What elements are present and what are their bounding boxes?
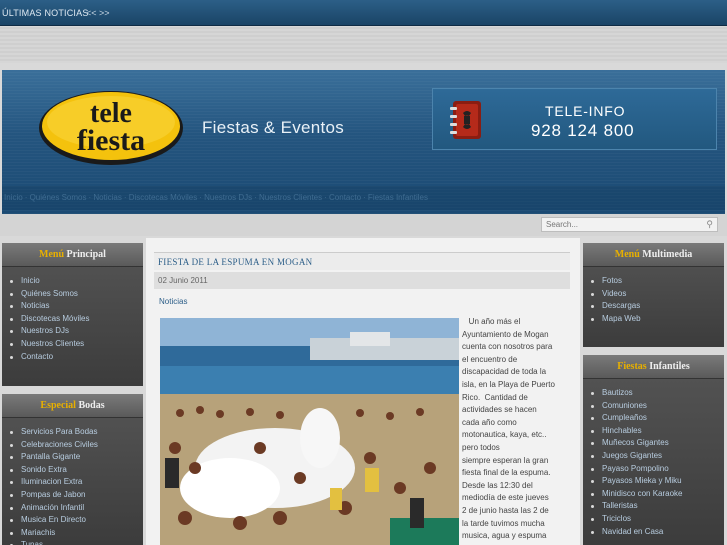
menu-item[interactable]: Nuestros Clientes (10, 338, 143, 351)
menu-item[interactable]: Sonido Extra (10, 464, 143, 477)
article-text-line: Rico. Cantidad de (462, 392, 528, 402)
foam-party-photo (160, 318, 459, 545)
article-date: 02 Junio 2011 (158, 276, 208, 285)
top-nav-item[interactable]: · Contacto (324, 193, 361, 202)
menu-item[interactable]: Bautizos (591, 387, 724, 400)
article-text-line: 2 de junio hasta las 2 de (462, 505, 549, 515)
article-category-link[interactable]: Noticias (159, 297, 187, 306)
teleinfo-phone[interactable]: 928 124 800 (531, 121, 634, 141)
kids-parties-module: Fiestas Infantiles Bautizos Comuniones Cum… (583, 355, 724, 545)
menu-item[interactable]: Triciclos (591, 513, 724, 526)
address-book-icon (450, 101, 481, 139)
site-header: tele fiesta Fiestas & Eventos TELE-INFO … (2, 70, 725, 214)
teleinfo-banner: TELE-INFO 928 124 800 (432, 88, 717, 150)
menu-item[interactable]: Animación Infantil (10, 502, 143, 515)
teleinfo-title: TELE-INFO (545, 103, 626, 119)
menu-item[interactable]: Inicio (10, 275, 143, 288)
article-text-line: actividades se hacen (462, 405, 537, 415)
menu-item[interactable]: Musica En Directo (10, 514, 143, 527)
menu-item[interactable]: Muñecos Gigantes (591, 437, 724, 450)
article-text-line: musica, agua y espuma (462, 531, 547, 541)
decorative-band (0, 27, 727, 63)
menu-item[interactable]: Pompas de Jabon (10, 489, 143, 502)
article-body: Un año más el Ayuntamiento de Mogan cuenta… (462, 316, 566, 543)
article-text-line: Ayuntamiento de Mogan (462, 329, 549, 339)
menu-item[interactable]: Contacto (10, 351, 143, 364)
module-title: Menú Principal (2, 243, 143, 267)
menu-item[interactable]: Cumpleaños (591, 412, 724, 425)
article-area: FIESTA DE LA ESPUMA EN MOGAN 02 Junio 20… (146, 238, 580, 545)
kids-parties-list: Bautizos Comuniones Cumpleaños Hinchables Mu… (583, 379, 724, 538)
menu-item[interactable]: Fotos (591, 275, 724, 288)
module-title: Especial Bodas (2, 394, 143, 418)
main-menu-list: Inicio Quiénes Somos Noticias Discotecas Mó… (2, 267, 143, 363)
menu-item[interactable]: Pantalla Gigante (10, 451, 143, 464)
menu-item[interactable]: Mariachis (10, 527, 143, 540)
top-nav-item[interactable]: · Nuestros DJs (199, 193, 252, 202)
menu-item[interactable]: Payaso Pompolino (591, 463, 724, 476)
search-icon[interactable]: ⚲ (706, 219, 713, 230)
svg-text:fiesta: fiesta (77, 124, 145, 157)
site-slogan: Fiestas & Eventos (202, 118, 345, 137)
telefiesta-logo[interactable]: tele fiesta (38, 84, 184, 166)
menu-item[interactable]: Navidad en Casa (591, 526, 724, 539)
menu-item[interactable]: Videos (591, 288, 724, 301)
top-navigation: Inicio · Quiénes Somos · Noticias · Discote… (2, 186, 725, 210)
article-text-line: pero todos (462, 442, 500, 452)
menu-item[interactable]: Hinchables (591, 425, 724, 438)
weddings-module: Especial Bodas Servicios Para Bodas Celeb… (2, 394, 143, 545)
menu-item[interactable]: Quiénes Somos (10, 288, 143, 301)
menu-item[interactable]: Mapa Web (591, 313, 724, 326)
menu-item[interactable]: Payasos Mieka y Miku (591, 475, 724, 488)
ticker-label: ÚLTIMAS NOTICIAS (2, 8, 89, 18)
menu-item[interactable]: Noticias (10, 300, 143, 313)
article-text-line: isla, en la Playa de Puerto (462, 379, 555, 389)
menu-item[interactable]: Nuestros DJs (10, 325, 143, 338)
top-nav-item[interactable]: · Discotecas Móviles (124, 193, 197, 202)
menu-item[interactable]: Comuniones (591, 400, 724, 413)
article-text-line: mediodía de este jueves (462, 493, 549, 503)
article-text-line: el encuentro de (462, 354, 518, 364)
menu-item[interactable]: Minidisco con Karaoke (591, 488, 724, 501)
menu-item[interactable]: Discotecas Móviles (10, 313, 143, 326)
menu-item[interactable]: Iluminacion Extra (10, 476, 143, 489)
article-text-line: siempre esperan la gran (462, 455, 549, 465)
menu-item[interactable]: Talleristas (591, 500, 724, 513)
top-nav-item[interactable]: · Fiestas Infantiles (363, 193, 428, 202)
top-nav-item[interactable]: · Noticias (89, 193, 122, 202)
menu-item[interactable]: Tunas (10, 539, 143, 545)
article-text-line: motonautica, kaya, etc.. (462, 430, 547, 440)
article-text-line: fiesta final de la espuma. (462, 468, 551, 478)
menu-item[interactable]: Celebraciones Civiles (10, 439, 143, 452)
ticker-arrows[interactable]: << >> (86, 8, 110, 18)
article-text-line: Desde las 12:30 del (462, 480, 533, 490)
multimedia-list: Fotos Videos Descargas Mapa Web (583, 267, 724, 325)
top-nav-item[interactable]: · Nuestros Clientes (254, 193, 322, 202)
weddings-list: Servicios Para Bodas Celebraciones Civile… (2, 418, 143, 545)
article-text-line: cuenta con nosotros para (462, 342, 553, 352)
menu-item[interactable]: Juegos Gigantes (591, 450, 724, 463)
menu-item[interactable]: Descargas (591, 300, 724, 313)
article-text-line: la tarde tuvimos mucha (462, 518, 545, 528)
main-menu-module: Menú Principal Inicio Quiénes Somos Notici… (2, 243, 143, 386)
module-title: Menú Multimedia (583, 243, 724, 267)
multimedia-module: Menú Multimedia Fotos Videos Descargas Mapa… (583, 243, 724, 347)
top-nav-item[interactable]: · Quiénes Somos (25, 193, 87, 202)
search-box: ⚲ (541, 217, 718, 232)
menu-item[interactable]: Servicios Para Bodas (10, 426, 143, 439)
article-text-line: cada año como (462, 417, 517, 427)
article-text-line: discapacidad de toda la (462, 367, 547, 377)
module-title: Fiestas Infantiles (583, 355, 724, 379)
search-input[interactable] (542, 218, 692, 231)
top-nav-item[interactable]: Inicio (4, 193, 23, 202)
article-text-line: Un año más el (462, 317, 521, 326)
article-title[interactable]: FIESTA DE LA ESPUMA EN MOGAN (154, 253, 570, 271)
news-ticker: ÚLTIMAS NOTICIAS << >> (0, 0, 727, 26)
